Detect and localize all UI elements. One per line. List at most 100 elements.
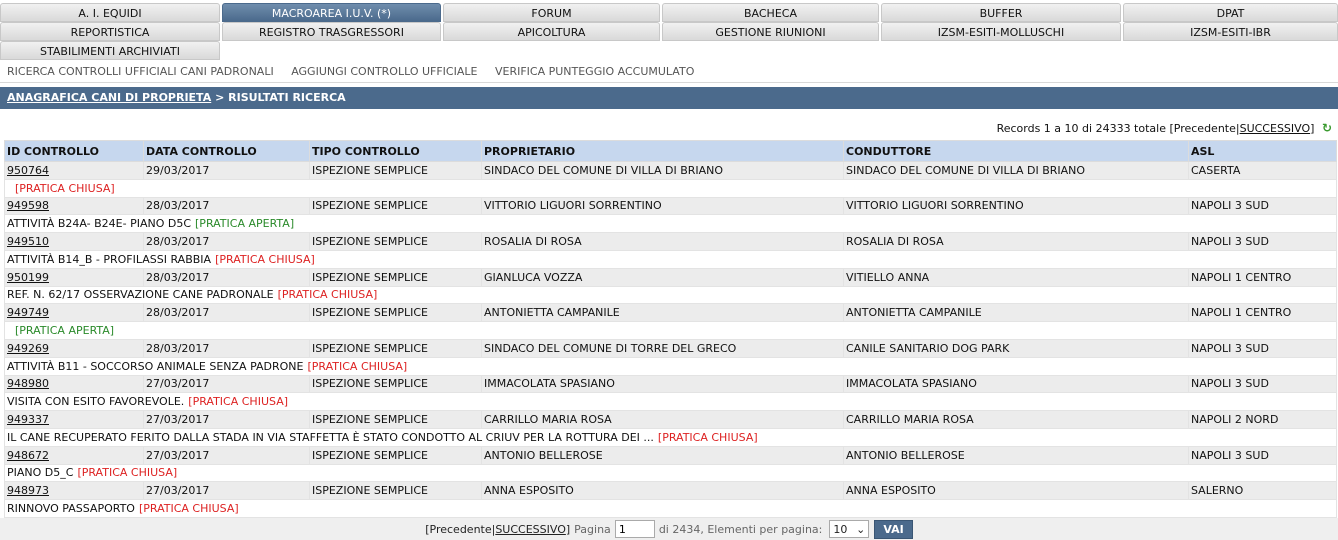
cell-id[interactable]: 950764 xyxy=(7,164,49,177)
column-header-conduttore[interactable]: CONDUTTORE xyxy=(843,140,1189,162)
table-row: 950199 28/03/2017 ISPEZIONE SEMPLICE GIANLU… xyxy=(4,267,1337,287)
cell-conduttore-cell: ROSALIA DI ROSA xyxy=(843,232,1189,251)
results-table: ID CONTROLLO DATA CONTROLLO TIPO CONTROL… xyxy=(4,140,1337,518)
records-summary: Records 1 a 10 di 24333 totale [Preceden… xyxy=(997,121,1332,135)
column-header-tipo[interactable]: TIPO CONTROLLO xyxy=(309,140,482,162)
tab-bacheca[interactable]: BACHECA xyxy=(662,3,879,22)
records-next-link[interactable]: SUCCESSIVO xyxy=(1240,122,1311,135)
table-row-note: [PRATICA APERTA] xyxy=(4,321,1337,340)
status-badge: [PRATICA CHIUSA] xyxy=(138,502,239,516)
table-row: 948973 27/03/2017 ISPEZIONE SEMPLICE ANNA E… xyxy=(4,481,1337,501)
tab-macroarea-iuv[interactable]: MACROAREA I.U.V. (*) xyxy=(222,3,441,22)
cell-id-cell: 949598 xyxy=(4,196,144,216)
cell-tipo-cell: ISPEZIONE SEMPLICE xyxy=(309,232,482,251)
table-row-note: IL CANE RECUPERATO FERITO DALLA STADA IN… xyxy=(4,427,1337,447)
pager-total: di 2434, Elementi per pagina: xyxy=(658,522,823,536)
breadcrumb-link[interactable]: ANAGRAFICA CANI DI PROPRIETA xyxy=(7,91,211,104)
refresh-icon[interactable]: ↻ xyxy=(1322,121,1332,135)
row-note: ATTIVITÀ B14_B - PROFILASSI RABBIA xyxy=(7,252,212,266)
cell-id-cell: 948672 xyxy=(4,445,144,465)
cell-data: 27/03/2017 xyxy=(146,448,210,462)
cell-proprietario: SINDACO DEL COMUNE DI TORRE DEL GRECO xyxy=(484,341,737,355)
cell-proprietario-cell: VITTORIO LIGUORI SORRENTINO xyxy=(481,196,844,216)
column-header-proprietario[interactable]: PROPRIETARIO xyxy=(481,140,844,162)
cell-tipo-cell: ISPEZIONE SEMPLICE xyxy=(309,161,482,180)
cell-tipo: ISPEZIONE SEMPLICE xyxy=(312,341,428,355)
cell-id[interactable]: 949749 xyxy=(7,306,49,319)
subnav-verifica-punteggio[interactable]: VERIFICA PUNTEGGIO ACCUMULATO xyxy=(495,65,694,78)
per-page-select[interactable]: 10 ⌄ xyxy=(829,520,870,538)
cell-data: 29/03/2017 xyxy=(146,163,210,177)
table-row: 950764 29/03/2017 ISPEZIONE SEMPLICE SINDAC… xyxy=(4,161,1337,180)
note-cell: IL CANE RECUPERATO FERITO DALLA STADA IN… xyxy=(4,427,1337,447)
status-badge: [PRATICA CHIUSA] xyxy=(15,181,115,195)
cell-id[interactable]: 948672 xyxy=(7,449,49,462)
cell-asl: NAPOLI 3 SUD xyxy=(1191,341,1269,355)
cell-asl: NAPOLI 3 SUD xyxy=(1191,235,1269,249)
tab-ai-equidi[interactable]: A. I. EQUIDI xyxy=(0,3,220,22)
note-cell: [PRATICA APERTA] xyxy=(4,321,1337,340)
cell-asl-cell: SALERNO xyxy=(1188,481,1337,501)
column-header-id[interactable]: ID CONTROLLO xyxy=(4,140,144,162)
page-number-input[interactable] xyxy=(614,520,655,538)
cell-id[interactable]: 948980 xyxy=(7,377,49,390)
column-header-asl[interactable]: ASL xyxy=(1188,140,1337,162)
note-cell: [PRATICA CHIUSA] xyxy=(4,178,1337,198)
cell-id-cell: 949269 xyxy=(4,338,144,358)
cell-id[interactable]: 949337 xyxy=(7,413,49,426)
note-cell: ATTIVITÀ B14_B - PROFILASSI RABBIA [PRATI… xyxy=(4,249,1337,269)
status-badge: [PRATICA CHIUSA] xyxy=(188,395,289,409)
cell-asl: NAPOLI 1 CENTRO xyxy=(1191,270,1292,284)
tab-apicoltura[interactable]: APICOLTURA xyxy=(443,22,660,41)
row-note: PIANO D5_C xyxy=(7,466,74,480)
cell-id[interactable]: 949510 xyxy=(7,235,49,248)
tab-gestione-riunioni[interactable]: GESTIONE RIUNIONI xyxy=(662,22,879,41)
cell-data: 28/03/2017 xyxy=(146,341,210,355)
tab-buffer[interactable]: BUFFER xyxy=(881,3,1121,22)
cell-id[interactable]: 948973 xyxy=(7,484,49,497)
cell-data: 27/03/2017 xyxy=(146,413,210,427)
cell-proprietario-cell: SINDACO DEL COMUNE DI VILLA DI BRIANO xyxy=(481,161,844,180)
tab-dpat[interactable]: DPAT xyxy=(1123,3,1338,22)
cell-conduttore-cell: CANILE SANITARIO DOG PARK xyxy=(843,338,1189,358)
cell-tipo: ISPEZIONE SEMPLICE xyxy=(312,306,428,320)
row-note: VISITA CON ESITO FAVOREVOLE. xyxy=(7,395,185,409)
pager-next-link[interactable]: SUCCESSIVO xyxy=(495,523,566,536)
cell-tipo: ISPEZIONE SEMPLICE xyxy=(312,448,428,462)
note-cell: PIANO D5_C [PRATICA CHIUSA] xyxy=(4,463,1337,483)
cell-proprietario: ANNA ESPOSITO xyxy=(484,484,574,498)
tab-izsm-esiti-molluschi[interactable]: IZSM-ESITI-MOLLUSCHI xyxy=(881,22,1121,41)
tab-izsm-esiti-ibr[interactable]: IZSM-ESITI-IBR xyxy=(1123,22,1338,41)
cell-data-cell: 27/03/2017 xyxy=(143,374,310,394)
cell-id-cell: 948980 xyxy=(4,374,144,394)
table-row-note: ATTIVITÀ B24A- B24E- PIANO D5C [PRATICA A… xyxy=(4,214,1337,234)
tab-registro-trasgressori[interactable]: REGISTRO TRASGRESSORI xyxy=(222,22,441,41)
cell-tipo-cell: ISPEZIONE SEMPLICE xyxy=(309,481,482,501)
cell-tipo: ISPEZIONE SEMPLICE xyxy=(312,413,428,427)
breadcrumb-current: RISULTATI RICERCA xyxy=(228,91,346,104)
table-row: 948980 27/03/2017 ISPEZIONE SEMPLICE IMMACO… xyxy=(4,374,1337,394)
cell-id[interactable]: 949269 xyxy=(7,342,49,355)
row-note: ATTIVITÀ B11 - SOCCORSO ANIMALE SENZA PA… xyxy=(7,359,304,373)
cell-id-cell: 949510 xyxy=(4,232,144,251)
subnav-aggiungi-controllo[interactable]: AGGIUNGI CONTROLLO UFFICIALE xyxy=(291,65,477,78)
cell-asl-cell: NAPOLI 3 SUD xyxy=(1188,338,1337,358)
cell-conduttore: CARRILLO MARIA ROSA xyxy=(846,413,974,427)
note-cell: REF. N. 62/17 OSSERVAZIONE CANE PADRONAL… xyxy=(4,285,1337,305)
cell-id-cell: 950199 xyxy=(4,267,144,287)
cell-id[interactable]: 949598 xyxy=(7,199,49,212)
cell-asl-cell: NAPOLI 1 CENTRO xyxy=(1188,267,1337,287)
cell-asl: NAPOLI 3 SUD xyxy=(1191,377,1269,391)
status-badge: [PRATICA CHIUSA] xyxy=(277,288,378,302)
cell-id[interactable]: 950199 xyxy=(7,271,49,284)
tab-reportistica[interactable]: REPORTISTICA xyxy=(0,22,220,41)
tab-stabilimenti-archiviati[interactable]: STABILIMENTI ARCHIVIATI xyxy=(0,41,220,60)
cell-data-cell: 28/03/2017 xyxy=(143,232,310,251)
column-header-data[interactable]: DATA CONTROLLO xyxy=(143,140,310,162)
vai-button[interactable]: VAI xyxy=(874,519,913,539)
cell-proprietario: SINDACO DEL COMUNE DI VILLA DI BRIANO xyxy=(484,163,724,177)
subnav-ricerca-controlli[interactable]: RICERCA CONTROLLI UFFICIALI CANI PADRONA… xyxy=(7,65,274,78)
cell-data-cell: 28/03/2017 xyxy=(143,338,310,358)
tab-forum[interactable]: FORUM xyxy=(443,3,660,22)
cell-data: 28/03/2017 xyxy=(146,270,210,284)
